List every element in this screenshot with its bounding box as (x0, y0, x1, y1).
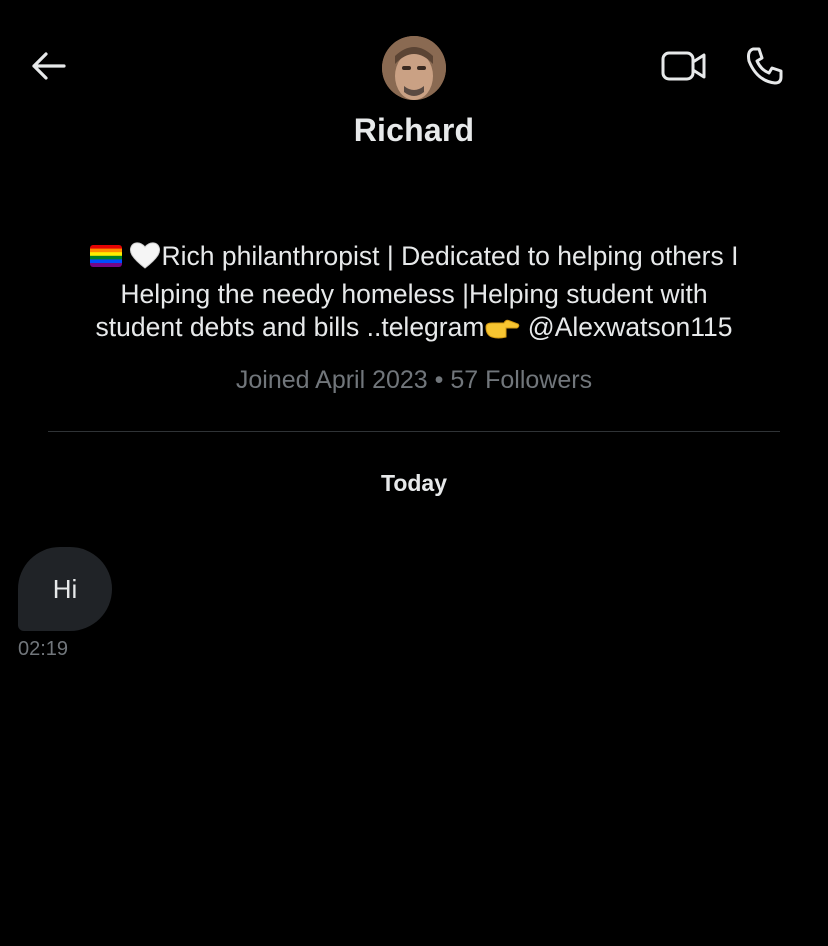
profile-meta: Joined April 2023 • 57 Followers (235, 366, 593, 394)
rainbow-flag-icon (89, 245, 122, 267)
phone-call-icon (743, 45, 785, 92)
video-call-button[interactable] (658, 46, 710, 90)
arrow-left-icon (28, 49, 68, 88)
message-text: Hi (52, 573, 78, 604)
profile-name: Richard (353, 112, 475, 148)
divider (48, 431, 780, 432)
bio-line-3: student debts and bills ..telegram @Alex… (48, 311, 780, 349)
message-timestamp: 02:19 (18, 638, 69, 660)
bio-text-2: Helping the needy homeless |Helping stud… (120, 279, 708, 309)
telegram-handle-link[interactable]: @Alexwatson115 (520, 312, 733, 342)
avatar[interactable] (382, 36, 446, 100)
bio-line-1: Rich philanthropist | Dedicated to helpi… (48, 240, 780, 278)
bio-text-3: student debts and bills ..telegram (95, 312, 485, 342)
message-bubble[interactable]: Hi (18, 547, 112, 631)
bio-text-1: Rich philanthropist | Dedicated to helpi… (161, 241, 739, 271)
pointing-hand-icon (484, 316, 520, 349)
phone-call-button[interactable] (740, 46, 788, 90)
user-avatar-photo (382, 36, 446, 100)
back-button[interactable] (26, 48, 70, 88)
video-call-icon (660, 47, 708, 90)
white-heart-icon (128, 240, 162, 278)
date-separator: Today (380, 470, 448, 496)
profile-bio: Rich philanthropist | Dedicated to helpi… (48, 240, 780, 349)
